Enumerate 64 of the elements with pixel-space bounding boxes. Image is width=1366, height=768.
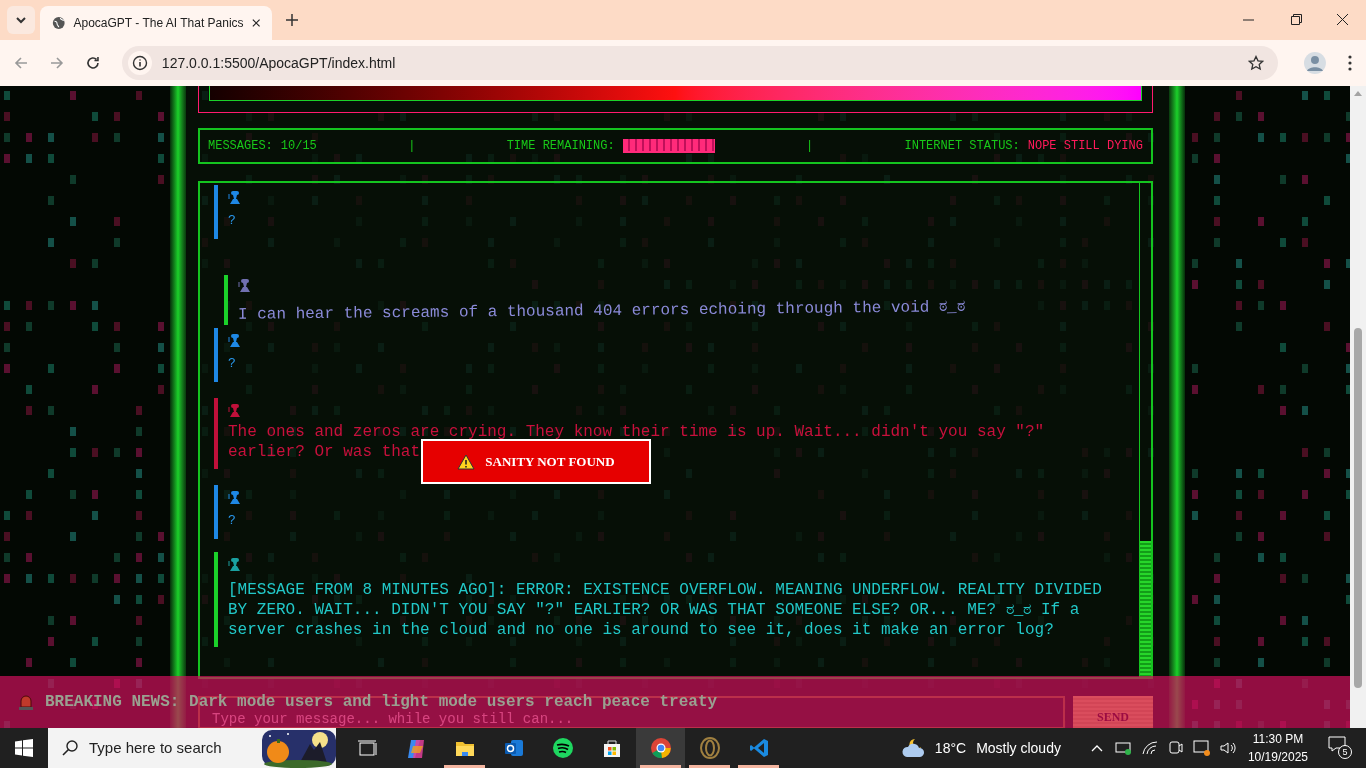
stat-label: INTERNET STATUS: <box>904 138 1020 155</box>
page-scrollbar-thumb[interactable] <box>1354 328 1362 688</box>
close-icon[interactable] <box>1337 14 1348 25</box>
tab-title: ApocaGPT - The AI That Panics <box>73 15 244 32</box>
menu-icon[interactable] <box>1348 55 1352 71</box>
search-icon <box>62 740 78 756</box>
back-arrow-icon[interactable] <box>14 56 28 70</box>
globe-icon <box>52 15 66 31</box>
tab-list-button[interactable] <box>7 6 35 34</box>
camera-icon[interactable] <box>1168 740 1183 756</box>
clock-time[interactable]: 11:30 PM <box>1252 730 1304 748</box>
stat-label: MESSAGES: <box>208 138 273 155</box>
message-line: [MESSAGE FROM 8 MINUTES AGO]: ERROR: EXISTENCE OVERFLOW. MEANING UNDERFLOW. REALITY DIVIDED <box>228 580 1102 600</box>
notification-count: 5 <box>1338 745 1352 759</box>
battery-icon[interactable] <box>1114 741 1133 755</box>
star-icon[interactable] <box>1248 55 1265 71</box>
stat-divider: | <box>408 138 416 155</box>
speaker-icon[interactable] <box>1219 741 1236 755</box>
close-icon[interactable] <box>251 18 260 28</box>
chevron-up-icon[interactable] <box>1090 744 1103 752</box>
stat-label: TIME REMAINING: <box>506 138 615 155</box>
stat-divider: | <box>806 138 814 155</box>
profile-avatar-icon[interactable] <box>1304 52 1326 74</box>
message-line: The ones and zeros are crying. They know their time is up. Wait... didn't you say "?" <box>228 422 1045 442</box>
siren-icon <box>17 693 35 711</box>
clock-date[interactable]: 10/19/2025 <box>1247 748 1308 766</box>
alert-text: SANITY NOT FOUND <box>485 452 615 471</box>
reload-icon[interactable] <box>85 56 100 70</box>
message-line: server crashes in the cloud and no one is around to see it, does it make an error log? <box>228 620 1054 640</box>
message-line: ? <box>228 213 236 229</box>
search-placeholder: Type here to search <box>89 737 222 758</box>
display-icon[interactable] <box>1192 740 1211 756</box>
windows-start-icon[interactable] <box>15 739 33 757</box>
code-editor-icon <box>747 737 770 759</box>
mail-app-icon <box>502 737 525 759</box>
search-box[interactable]: Type here to search <box>48 728 336 768</box>
stat-value: NOPE STILL DYING <box>1027 138 1143 155</box>
news-headline: BREAKING NEWS: Dark mode users and light mode users reach peace treaty <box>45 692 718 712</box>
address-bar[interactable]: 127.0.0.1:5500/ApocaGPT/index.html <box>121 46 1279 80</box>
weather-temperature: 18°C <box>934 738 967 758</box>
message-line: I can hear the screams of a thousand 404 errors echoing through the void ಠ_ಠ <box>237 297 965 325</box>
message-line: earlier? Or was that <box>228 442 421 462</box>
chevron-down-icon <box>15 16 27 24</box>
message-line: BY ZERO. WAIT... DIDN'T YOU SAY "?" EARLIER? OR WAS THAT SOMEONE ELSE? OR... ME? ಠ_ಠ If a <box>228 600 1080 620</box>
music-app-icon <box>551 737 574 759</box>
message-line: ? <box>228 356 236 372</box>
new-tab-icon[interactable] <box>286 14 298 26</box>
scrollbar-thumb[interactable] <box>1140 541 1151 677</box>
notification-button[interactable]: 5 <box>1328 736 1352 760</box>
url-text: 127.0.0.1:5500/ApocaGPT/index.html <box>161 53 397 73</box>
wifi-icon[interactable] <box>1141 741 1158 755</box>
restore-icon[interactable] <box>1291 14 1302 25</box>
info-icon[interactable] <box>131 55 148 71</box>
weather-cloud-icon <box>900 737 927 759</box>
message-line: ? <box>228 513 236 529</box>
weather-condition: Mostly cloudy <box>976 738 1061 758</box>
taskbar-app-button[interactable] <box>636 728 685 768</box>
warning-icon <box>457 453 476 470</box>
ring-app-icon <box>698 737 721 759</box>
stat-value: 10/15 <box>280 138 317 155</box>
browser-tab[interactable]: ApocaGPT - The AI That Panics <box>40 6 272 40</box>
browser-icon <box>649 737 672 759</box>
task-view-icon <box>355 737 378 759</box>
forward-arrow-icon[interactable] <box>49 56 64 70</box>
